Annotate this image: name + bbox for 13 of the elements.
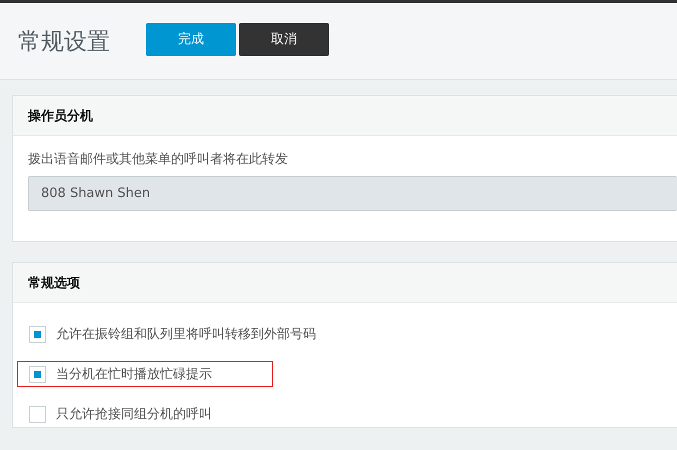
panel-title: 常规选项: [28, 274, 80, 292]
checkbox[interactable]: [29, 326, 46, 342]
page-title: 常规设置: [18, 28, 111, 56]
select-field[interactable]: 808 Shawn Shen: [28, 176, 677, 211]
checkbox[interactable]: [29, 366, 46, 382]
panel-title: 操作员分机: [28, 108, 93, 124]
checkbox[interactable]: [29, 406, 46, 422]
checkbox-label: 只允许抢接同组分机的呼叫: [56, 406, 212, 423]
checkbox-label: 当分机在忙时播放忙碌提示: [56, 366, 212, 383]
done-button[interactable]: 完成: [146, 22, 236, 56]
field-label: 拨出语音邮件或其他菜单的呼叫者将在此转发: [28, 151, 289, 168]
checkbox-label: 允许在振铃组和队列里将呼叫转移到外部号码: [56, 326, 316, 343]
cancel-button[interactable]: 取消: [239, 22, 329, 56]
